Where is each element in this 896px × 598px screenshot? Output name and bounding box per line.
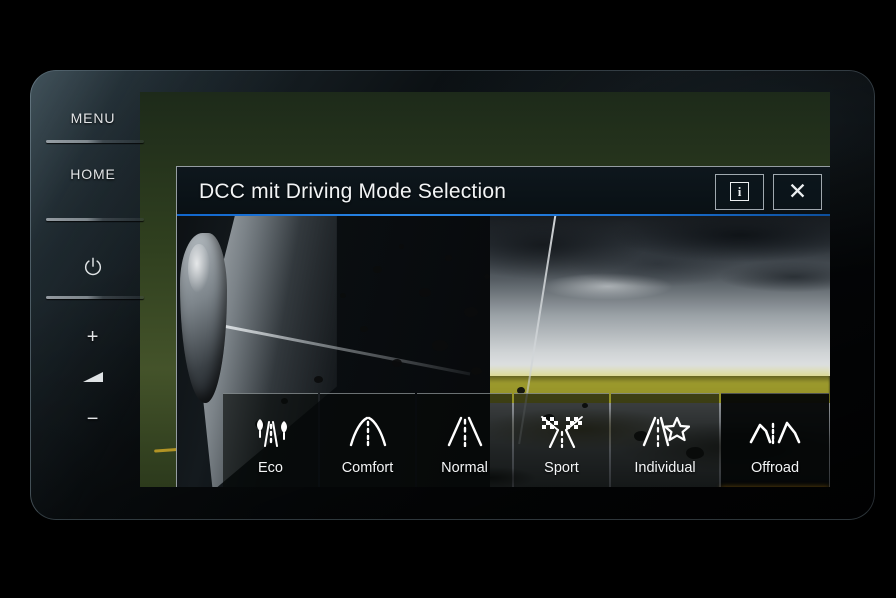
hard-key-menu[interactable]: MENU xyxy=(38,110,148,126)
normal-road-icon xyxy=(442,411,488,451)
mode-tile-comfort[interactable]: Comfort xyxy=(320,393,415,487)
close-button[interactable]: ✕ xyxy=(773,173,822,210)
mode-tile-sport[interactable]: Sport xyxy=(514,393,609,487)
mud-speck xyxy=(483,273,490,279)
mode-label-sport: Sport xyxy=(544,460,579,476)
hard-key-volume-up[interactable]: + xyxy=(38,326,148,349)
dialog-title: DCC mit Driving Mode Selection xyxy=(199,179,507,203)
mode-preview-photo: Eco Comfort Normal Sport Individual Offr… xyxy=(177,216,830,487)
head-unit-bezel: MENU HOME + − DCC mit Driving Mode Selec… xyxy=(30,70,875,520)
dialog-title-bar: DCC mit Driving Mode Selection i ✕ xyxy=(177,167,830,216)
hard-key-divider-3 xyxy=(46,296,144,299)
mud-speck xyxy=(464,306,479,317)
mud-speck xyxy=(418,287,431,297)
mode-label-eco: Eco xyxy=(258,460,283,476)
mud-speck xyxy=(399,243,405,249)
hard-key-divider-1 xyxy=(46,140,144,143)
hard-key-home[interactable]: HOME xyxy=(38,166,148,182)
display-screen[interactable]: DCC mit Driving Mode Selection i ✕ Eco C… xyxy=(140,92,830,487)
offroad-mountain-icon xyxy=(749,411,801,451)
photo-clouds xyxy=(470,216,830,376)
info-button[interactable]: i xyxy=(715,173,764,210)
mud-speck xyxy=(359,326,368,332)
info-icon: i xyxy=(730,182,749,201)
hard-key-volume[interactable] xyxy=(38,370,148,389)
individual-star-road-icon xyxy=(640,411,690,451)
mode-tile-eco[interactable]: Eco xyxy=(223,393,318,487)
driving-mode-tile-row: Eco Comfort Normal Sport Individual Offr… xyxy=(177,383,829,487)
close-icon: ✕ xyxy=(787,178,808,204)
hard-key-divider-2 xyxy=(46,218,144,221)
mud-speck xyxy=(444,254,452,261)
mode-tile-individual[interactable]: Individual xyxy=(611,393,719,487)
hard-key-power[interactable] xyxy=(38,256,148,283)
power-icon xyxy=(82,256,104,283)
mode-label-comfort: Comfort xyxy=(341,460,394,476)
mode-label-offroad: Offroad xyxy=(750,460,800,476)
mud-speck xyxy=(314,375,324,383)
mud-speck xyxy=(372,265,382,273)
mode-tile-offroad[interactable]: Offroad xyxy=(721,393,829,487)
photo-mirror-highlight xyxy=(187,243,210,293)
mode-label-individual: Individual xyxy=(634,460,696,476)
mode-label-normal: Normal xyxy=(441,460,488,476)
mode-tile-normal[interactable]: Normal xyxy=(417,393,512,487)
hard-key-column: MENU HOME + − xyxy=(38,78,148,488)
mud-speck xyxy=(431,339,448,351)
volume-icon xyxy=(80,370,106,389)
driving-mode-dialog: DCC mit Driving Mode Selection i ✕ Eco C… xyxy=(176,166,830,487)
hard-key-volume-down[interactable]: − xyxy=(38,408,148,431)
comfort-wide-road-icon xyxy=(345,411,391,451)
sport-flags-road-icon xyxy=(538,411,586,451)
eco-leaf-road-icon xyxy=(248,411,294,451)
